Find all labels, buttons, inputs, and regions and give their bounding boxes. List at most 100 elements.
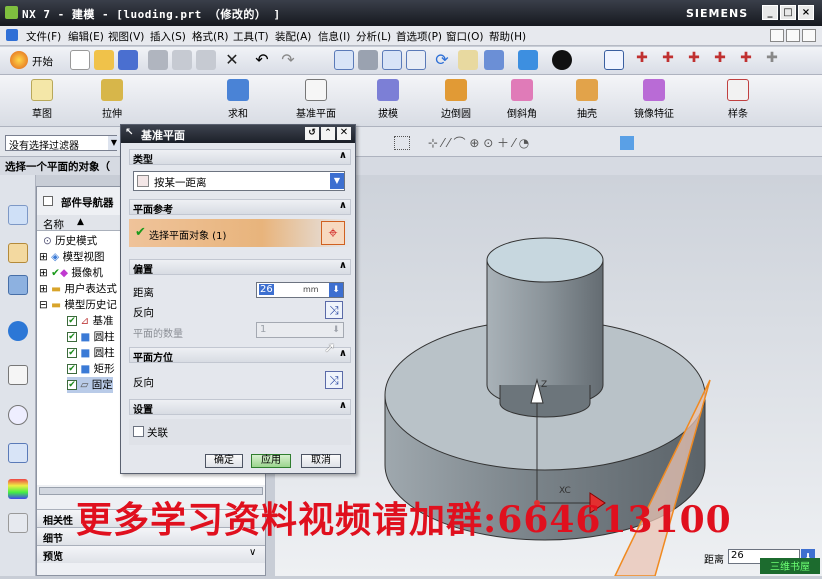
type-select[interactable]: 按某一距离 ▼ (133, 171, 345, 191)
display-mode-icon[interactable] (552, 50, 572, 70)
doc-close-button[interactable] (802, 29, 816, 42)
plane-orientation-section-header[interactable]: 平面方位 ∧ (129, 347, 351, 364)
datum-plane-button[interactable]: 基准平面 (288, 77, 344, 123)
tree-item-cylinder-2[interactable]: ✔ ■ 圆柱 (67, 345, 115, 361)
select-icon[interactable] (604, 50, 624, 70)
zoom-icon[interactable] (382, 50, 402, 70)
sort-ascending-icon[interactable]: ▲ (77, 217, 84, 227)
delete-icon[interactable]: ✕ (222, 50, 242, 70)
web-browser-icon[interactable] (8, 365, 28, 385)
pan-icon[interactable] (458, 50, 478, 70)
pin-icon[interactable] (43, 196, 53, 206)
menu-format[interactable]: 格式(R) (192, 29, 229, 44)
distance-input[interactable]: 26 mm ⬇ (256, 282, 344, 298)
paste-icon[interactable] (196, 50, 216, 70)
cancel-button[interactable]: 取消 (301, 454, 341, 468)
crosshair-select-icon[interactable]: ⌖ (321, 221, 345, 245)
menu-analysis[interactable]: 分析(L) (356, 29, 391, 44)
snap-face-icon[interactable]: ✚ (762, 50, 782, 70)
doc-restore-button[interactable] (786, 29, 800, 42)
shell-button[interactable]: 抽壳 (567, 77, 607, 123)
chevron-down-icon[interactable]: ▼ (108, 136, 120, 150)
extrude-button[interactable]: 拉伸 (92, 77, 132, 123)
spline-button[interactable]: 样条 (718, 77, 758, 123)
chamfer-button[interactable]: 倒斜角 (502, 77, 542, 123)
chevron-down-icon[interactable]: ▼ (330, 173, 344, 189)
tree-item-cameras[interactable]: ⊞ ✔◆ 摄像机 (39, 265, 103, 281)
menu-assembly[interactable]: 装配(A) (275, 29, 311, 44)
close-button[interactable]: × (798, 5, 814, 20)
maximize-button[interactable]: □ (780, 5, 796, 20)
snap-end-icon[interactable]: ✚ (658, 50, 678, 70)
tree-item-model-views[interactable]: ⊞ ◈ 模型视图 (39, 249, 105, 265)
history-palette-icon[interactable] (8, 405, 28, 425)
start-button[interactable]: 开始 (32, 54, 53, 69)
apply-button[interactable]: 应用 (251, 454, 291, 468)
menu-preferences[interactable]: 首选项(P) (396, 29, 442, 44)
type-filter-select[interactable]: 没有选择过滤器 (5, 135, 117, 151)
constraint-navigator-icon[interactable] (8, 243, 28, 263)
render-icon[interactable] (484, 50, 504, 70)
tree-item-cylinder-1[interactable]: ✔ ■ 圆柱 (67, 329, 115, 345)
open-icon[interactable] (94, 50, 114, 70)
shaded-cube-icon[interactable] (518, 50, 538, 70)
dialog-title-bar[interactable]: ↖ 基准平面 ↺ ⌃ ✕ (121, 125, 355, 143)
tree-item-user-expressions[interactable]: ⊞ ▬ 用户表达式 (39, 281, 117, 297)
undo-icon[interactable]: ↶ (252, 50, 272, 70)
process-studio-icon[interactable] (8, 479, 28, 499)
offset-reverse-icon[interactable]: ⤨ (325, 301, 343, 319)
snap-point-icon[interactable]: ✚ (632, 50, 652, 70)
tree-item-fixed-datum[interactable]: ✔ ▱ 固定 (67, 377, 113, 393)
system-materials-icon[interactable] (8, 443, 28, 463)
box-select-icon[interactable] (394, 136, 410, 150)
rotate-icon[interactable]: ⟳ (432, 50, 452, 70)
menu-info[interactable]: 信息(I) (318, 29, 350, 44)
roles-icon[interactable] (8, 513, 28, 533)
offset-section-header[interactable]: 偏置 ∧ (129, 259, 351, 276)
mirror-feature-button[interactable]: 镜像特征 (627, 77, 681, 123)
menu-edit[interactable]: 编辑(E) (68, 29, 104, 44)
tree-item-history-mode[interactable]: ⊙ 历史模式 (43, 233, 97, 249)
column-name-header[interactable]: 名称 (43, 217, 64, 232)
doc-minimize-button[interactable] (770, 29, 784, 42)
redo-icon[interactable]: ↷ (278, 50, 298, 70)
unite-button[interactable]: 求和 (218, 77, 258, 123)
save-icon[interactable] (118, 50, 138, 70)
copy-icon[interactable] (172, 50, 192, 70)
dialog-close-icon[interactable]: ✕ (337, 127, 351, 140)
assembly-navigator-icon[interactable] (8, 205, 28, 225)
reset-icon[interactable]: ↺ (305, 127, 319, 140)
preview-panel[interactable]: 预览 ∨ (37, 545, 265, 563)
ok-button[interactable]: 确定 (205, 454, 243, 468)
snap-mid-icon[interactable]: ✚ (684, 50, 704, 70)
app-menu-icon[interactable] (6, 29, 18, 41)
part-navigator-icon[interactable] (8, 275, 28, 295)
distance-menu-icon[interactable]: ⬇ (329, 283, 343, 297)
tree-item-rectangle[interactable]: ✔ ■ 矩形 (67, 361, 115, 377)
fit-icon[interactable] (334, 50, 354, 70)
menu-view[interactable]: 视图(V) (108, 29, 144, 44)
settings-section-header[interactable]: 设置 ∧ (129, 399, 351, 416)
collapse-icon[interactable]: ⌃ (321, 127, 335, 140)
menu-file[interactable]: 文件(F) (26, 29, 61, 44)
type-section-header[interactable]: 类型 ∧ (129, 149, 351, 166)
orientation-reverse-icon[interactable]: ⤨ (325, 371, 343, 389)
reuse-library-icon[interactable] (8, 321, 28, 341)
menu-insert[interactable]: 插入(S) (150, 29, 186, 44)
plane-reference-section-header[interactable]: 平面参考 ∧ (129, 199, 351, 216)
view-cube-icon[interactable] (620, 136, 634, 150)
magnify-icon[interactable] (406, 50, 426, 70)
edge-blend-button[interactable]: 边倒圆 (436, 77, 476, 123)
select-plane-object-row[interactable]: ✔ 选择平面对象 (1) ⌖ (129, 219, 351, 247)
zoom-region-icon[interactable] (358, 50, 378, 70)
cut-icon[interactable] (148, 50, 168, 70)
snap-tools-icon[interactable]: ⊹ ⁄ ⁄ ⌒ ⊕ ⊙ ＋ ⁄ ◔ (428, 134, 529, 151)
menu-tools[interactable]: 工具(T) (233, 29, 269, 44)
minimize-button[interactable]: _ (762, 5, 778, 20)
tree-item-datum[interactable]: ✔ ⊿ 基准 (67, 313, 114, 329)
snap-quadrant-icon[interactable]: ✚ (736, 50, 756, 70)
menu-help[interactable]: 帮助(H) (489, 29, 526, 44)
new-icon[interactable] (70, 50, 90, 70)
sketch-button[interactable]: 草图 (22, 77, 62, 123)
associative-checkbox[interactable] (133, 426, 144, 437)
